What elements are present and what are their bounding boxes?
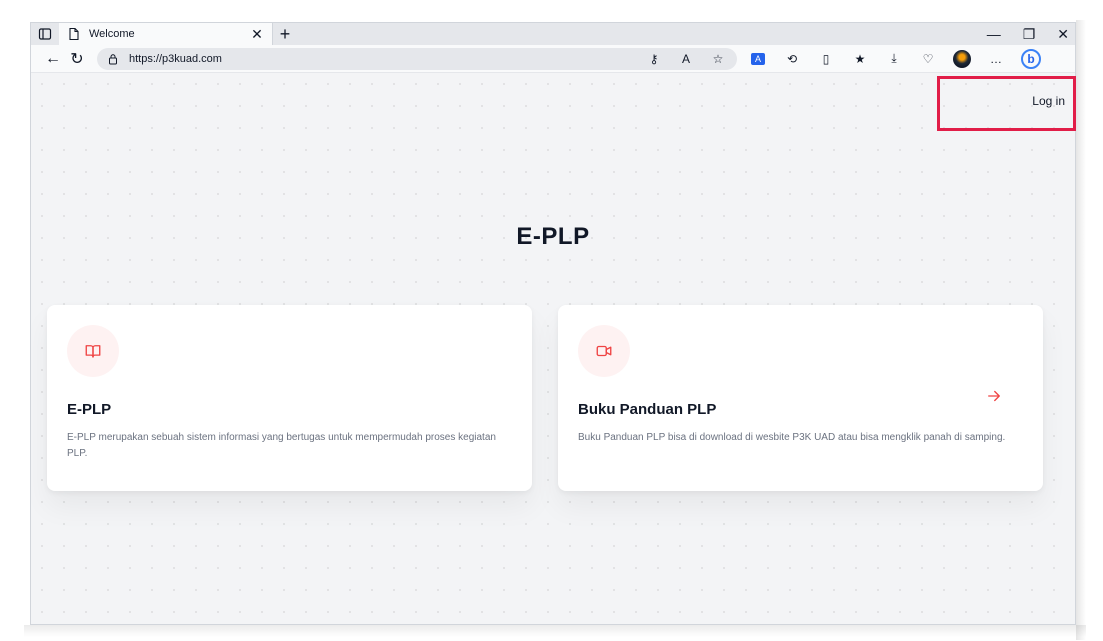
book-open-icon (85, 345, 101, 358)
back-button[interactable]: ← (41, 47, 65, 71)
guide-download-arrow-button[interactable] (985, 387, 1003, 405)
tab-actions-button[interactable] (31, 23, 59, 45)
more-icon[interactable]: … (987, 50, 1005, 68)
lock-icon (109, 53, 117, 64)
login-highlight-box (937, 76, 1076, 131)
guide-card: Buku Panduan PLP Buku Panduan PLP bisa d… (558, 305, 1043, 491)
window-edge-shadow (1076, 20, 1086, 640)
card-title: Buku Panduan PLP (578, 401, 717, 418)
key-icon[interactable]: ⚷ (645, 50, 663, 68)
tab-bar: Welcome ✕ + — ❐ ✕ (31, 23, 1075, 45)
refresh-icon: ↻ (70, 50, 84, 68)
video-camera-icon (596, 345, 612, 357)
plus-icon: + (279, 23, 291, 44)
browser-window: Welcome ✕ + — ❐ ✕ ← ↻ https://p3kuad.com… (30, 22, 1076, 625)
translate-icon[interactable]: A (749, 50, 767, 68)
page-icon (67, 27, 81, 41)
window-controls: — ❐ ✕ (987, 23, 1069, 45)
download-icon[interactable]: ⤓ (885, 50, 903, 68)
refresh-button[interactable]: ↻ (65, 47, 89, 71)
guide-icon-bubble (578, 325, 630, 377)
toolbar-right: A ⟲ ▯ ★ ⤓ ♡ … b (749, 48, 1041, 69)
card-title: E-PLP (67, 401, 112, 418)
browser-tab-welcome[interactable]: Welcome ✕ (59, 23, 273, 45)
close-window-icon[interactable]: ✕ (1057, 26, 1069, 43)
window-bottom-shadow (24, 625, 1086, 637)
svg-text:A: A (755, 54, 761, 64)
card-description: Buku Panduan PLP bisa di download di wes… (578, 432, 1006, 443)
split-screen-icon[interactable]: ▯ (817, 50, 835, 68)
browser-toolbar: ← ↻ https://p3kuad.com ⚷ A ☆ A ⟲ ▯ ★ ⤓ ♡… (31, 45, 1075, 73)
extension-icon[interactable]: ⟲ (783, 50, 801, 68)
url-text: https://p3kuad.com (129, 52, 222, 65)
star-icon[interactable]: ☆ (709, 50, 727, 68)
copilot-icon[interactable]: b (1021, 48, 1041, 69)
eplp-card: E-PLP E-PLP merupakan sebuah sistem info… (47, 305, 532, 491)
sidebar-toggle-icon (38, 28, 52, 40)
card-description: E-PLP merupakan sebuah sistem informasi … (67, 432, 496, 459)
page-title: E-PLP (516, 223, 590, 250)
eplp-icon-bubble (67, 325, 119, 377)
minimize-icon[interactable]: — (987, 26, 1001, 42)
profile-avatar[interactable] (953, 49, 971, 68)
read-aloud-icon[interactable]: A (677, 50, 695, 68)
arrow-left-icon: ← (45, 49, 61, 67)
page-viewport: Log in E-PLP E-PLP E-PLP merupakan sebua… (31, 73, 1075, 624)
favorites-icon[interactable]: ★ (851, 50, 869, 68)
address-bar-icons: ⚷ A ☆ (645, 50, 727, 68)
tab-close-icon[interactable]: ✕ (250, 26, 264, 42)
restore-icon[interactable]: ❐ (1023, 26, 1036, 43)
address-bar[interactable]: https://p3kuad.com ⚷ A ☆ (97, 47, 737, 70)
new-tab-button[interactable]: + (273, 23, 297, 45)
arrow-right-icon (988, 390, 1000, 402)
tab-title: Welcome (89, 28, 135, 40)
browser-essentials-icon[interactable]: ♡ (919, 50, 937, 68)
